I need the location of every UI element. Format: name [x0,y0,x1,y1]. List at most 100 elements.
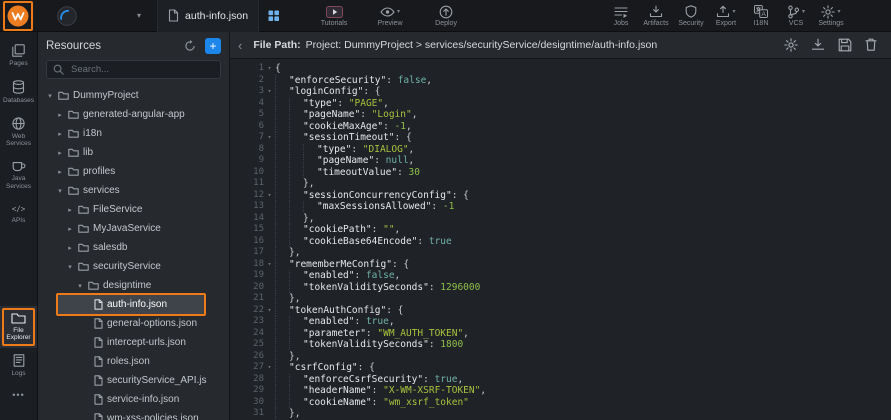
rail-item-web-services[interactable]: Web Services [0,111,37,155]
code-line[interactable]: 3▾"loginConfig": { [230,86,891,98]
topbar-item-export[interactable]: ▾Export [710,0,742,31]
rail-item-logs[interactable]: Logs [0,348,37,384]
chevron-down-icon[interactable]: ▾ [46,92,54,100]
tree-item-roles-json[interactable]: roles.json [38,352,229,371]
code-line[interactable]: 29"headerName": "X-WM-XSRF-TOKEN", [230,385,891,397]
code-line[interactable]: 28"enforceCsrfSecurity": true, [230,374,891,386]
tree-item-generated-angular-app[interactable]: ▸generated-angular-app [38,105,229,124]
chevron-down-icon[interactable]: ▾ [66,263,74,271]
rail-item-pages[interactable]: Pages [0,38,37,74]
tree-item-salesdb[interactable]: ▸salesdb [38,238,229,257]
code-line[interactable]: 6"cookieMaxAge": -1, [230,121,891,133]
code-line[interactable]: 20"tokenValiditySeconds": 1296000 [230,282,891,294]
tree-item-auth-info-json[interactable]: auth-info.json [58,295,204,314]
code-line[interactable]: 21}, [230,293,891,305]
fold-marker[interactable]: ▾ [264,132,275,144]
topbar-item-vcs[interactable]: ▾VCS [780,0,812,31]
fold-marker[interactable]: ▾ [264,259,275,271]
chevron-right-icon[interactable]: ▸ [56,111,64,119]
code-line[interactable]: 15"cookiePath": "", [230,224,891,236]
code-line[interactable]: 22▾"tokenAuthConfig": { [230,305,891,317]
tree-item-services[interactable]: ▾services [38,181,229,200]
tree-item-i18n[interactable]: ▸i18n [38,124,229,143]
tree-item-designtime[interactable]: ▾designtime [38,276,229,295]
topbar-item-deploy[interactable]: Deploy [430,0,462,31]
code-line[interactable]: 16"cookieBase64Encode": true [230,236,891,248]
tree-item-myjavaservice[interactable]: ▸MyJavaService [38,219,229,238]
tree-item-securityservice[interactable]: ▾securityService [38,257,229,276]
rail-item-java-services[interactable]: Java Services [0,154,37,197]
rail-item-more[interactable]: ••• [0,384,37,406]
code-line[interactable]: 27▾"csrfConfig": { [230,362,891,374]
tree-item-wm-xss-policies-json[interactable]: wm-xss-policies.json [38,409,229,420]
chevron-right-icon[interactable]: ▸ [66,225,74,233]
code-line[interactable]: 24"parameter": "WM_AUTH_TOKEN", [230,328,891,340]
app-logo[interactable] [5,3,31,29]
chevron-down-icon[interactable]: ▾ [76,282,84,290]
chevron-down-icon[interactable]: ▾ [56,187,64,195]
code-line[interactable]: 23"enabled": true, [230,316,891,328]
code-line[interactable]: 1▾{ [230,63,891,75]
fold-marker[interactable]: ▾ [264,86,275,98]
add-button[interactable]: + [205,38,221,54]
save-button[interactable] [838,38,852,52]
code-line[interactable]: 9"pageName": null, [230,155,891,167]
topbar-item-security[interactable]: Security [675,0,707,31]
code-line[interactable]: 13"maxSessionsAllowed": -1 [230,201,891,213]
tree-item-dummyproject[interactable]: ▾DummyProject [38,86,229,105]
rail-item-file-explorer[interactable]: File Explorer [0,306,37,349]
code-line[interactable]: 8"type": "DIALOG", [230,144,891,156]
tree-item-securityservice-api-js[interactable]: securityService_API.js [38,371,229,390]
code-line[interactable]: 17}, [230,247,891,259]
project-chevron-down-icon[interactable]: ▾ [137,11,141,20]
topbar-item-tutorials[interactable]: Tutorials [318,0,350,31]
file-tab[interactable]: auth-info.json [157,0,259,32]
fold-marker[interactable]: ▾ [264,305,275,317]
code-line[interactable]: 4"type": "PAGE", [230,98,891,110]
tree-item-fileservice[interactable]: ▸FileService [38,200,229,219]
grid-icon[interactable] [268,10,280,22]
tree-item-general-options-json[interactable]: general-options.json [38,314,229,333]
chevron-right-icon[interactable]: ▸ [66,206,74,214]
search-input[interactable] [69,63,214,76]
rail-item-apis[interactable]: </>APIs [0,197,37,231]
code-line[interactable]: 18▾"rememberMeConfig": { [230,259,891,271]
code-line[interactable]: 11}, [230,178,891,190]
tree-item-lib[interactable]: ▸lib [38,143,229,162]
topbar-item-settings[interactable]: ▾Settings [815,0,847,31]
topbar-item-preview[interactable]: ▾Preview [374,0,406,31]
code-line[interactable]: 2"enforceSecurity": false, [230,75,891,87]
download-button[interactable] [811,38,825,52]
tree-item-service-info-json[interactable]: service-info.json [38,390,229,409]
code-line[interactable]: 14}, [230,213,891,225]
topbar-item-jobs[interactable]: Jobs [605,0,637,31]
code-line[interactable]: 19"enabled": false, [230,270,891,282]
fold-marker[interactable]: ▾ [264,190,275,202]
code-line[interactable]: 10"timeoutValue": 30 [230,167,891,179]
tree-item-intercept-urls-json[interactable]: intercept-urls.json [38,333,229,352]
code-line[interactable]: 12▾"sessionConcurrencyConfig": { [230,190,891,202]
rail-item-databases[interactable]: Databases [0,74,37,111]
code-line[interactable]: 26}, [230,351,891,363]
tree-item-profiles[interactable]: ▸profiles [38,162,229,181]
collapse-panel-icon[interactable]: ‹ [236,39,244,52]
settings-button[interactable] [784,38,798,52]
refresh-icon[interactable] [184,40,196,52]
delete-button[interactable] [865,38,877,52]
code-area[interactable]: 1▾{2"enforceSecurity": false,3▾"loginCon… [230,59,891,420]
search-box[interactable] [46,60,221,79]
code-line[interactable]: 30"cookieName": "wm_xsrf_token" [230,397,891,409]
topbar-item-i18n[interactable]: AI18N [745,0,777,31]
chevron-right-icon[interactable]: ▸ [66,244,74,252]
fold-marker[interactable]: ▾ [264,362,275,374]
code-line[interactable]: 7▾"sessionTimeout": { [230,132,891,144]
chevron-right-icon[interactable]: ▸ [56,130,64,138]
code-line[interactable]: 31}, [230,408,891,420]
chevron-right-icon[interactable]: ▸ [56,149,64,157]
fold-marker[interactable]: ▾ [264,63,275,75]
project-avatar[interactable] [57,6,77,26]
code-line[interactable]: 5"pageName": "Login", [230,109,891,121]
topbar-item-artifacts[interactable]: Artifacts [640,0,672,31]
chevron-right-icon[interactable]: ▸ [56,168,64,176]
code-line[interactable]: 25"tokenValiditySeconds": 1800 [230,339,891,351]
